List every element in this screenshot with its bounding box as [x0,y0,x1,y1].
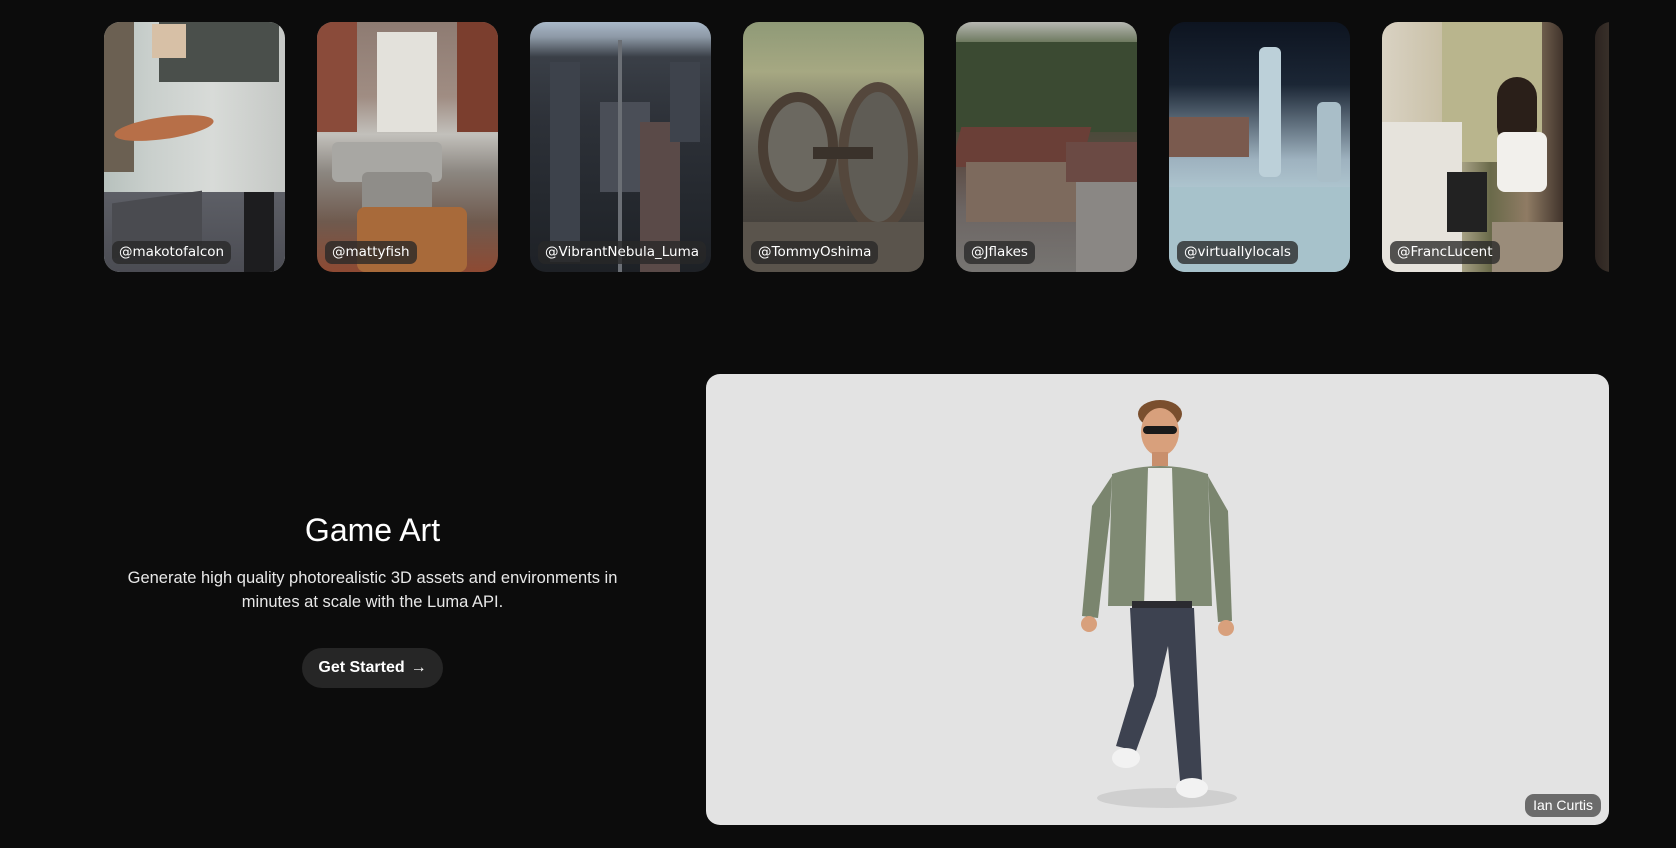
card-credit-label: @VibrantNebula_Luma [538,241,706,264]
gallery-card-vibrantnebula-luma[interactable]: @VibrantNebula_Luma [530,22,711,272]
page: @makotofalcon @mattyfish @VibrantNebula_… [0,0,1676,848]
model-credit-label: Ian Curtis [1525,794,1601,817]
gallery-card-partial[interactable] [1595,22,1609,272]
aerial-city-image [530,22,711,272]
gallery-card-mattyfish[interactable]: @mattyfish [317,22,498,272]
game-art-intro: Game Art Generate high quality photoreal… [105,510,640,688]
gallery-card-virtuallylocals[interactable]: @virtuallylocals [1169,22,1350,272]
gallery-card-franclucent[interactable]: @FrancLucent [1382,22,1563,272]
card-credit-label: @FrancLucent [1390,241,1500,264]
card-credit-label: @virtuallylocals [1177,241,1298,264]
3d-person-model-image [1081,400,1237,808]
card-credit-label: @Jflakes [964,241,1035,264]
card-credit-label: @mattyfish [325,241,417,264]
model-showcase-panel[interactable]: Ian Curtis [706,374,1609,825]
ice-sculpture-image [1169,22,1350,272]
section-title: Game Art [304,512,441,548]
gallery-card-makotofalcon[interactable]: @makotofalcon [104,22,285,272]
gallery-card-tommyoshima[interactable]: @TommyOshima [743,22,924,272]
living-room-image [317,22,498,272]
gallery-track: @makotofalcon @mattyfish @VibrantNebula_… [104,22,1609,272]
get-started-button[interactable]: Get Started → [302,648,443,688]
partial-card-image [1595,22,1609,272]
piano-player-image [1382,22,1563,272]
get-started-label: Get Started [318,659,405,676]
card-credit-label: @makotofalcon [112,241,232,264]
section-description: Generate high quality photorealistic 3D … [127,569,618,611]
mountain-lodge-image [956,22,1137,272]
capture-gallery[interactable]: @makotofalcon @mattyfish @VibrantNebula_… [104,22,1609,272]
gallery-card-jflakes[interactable]: @Jflakes [956,22,1137,272]
train-wheels-image [743,22,924,272]
museum-submarine-image [104,22,285,272]
card-credit-label: @TommyOshima [751,241,879,264]
arrow-right-icon: → [410,659,427,676]
